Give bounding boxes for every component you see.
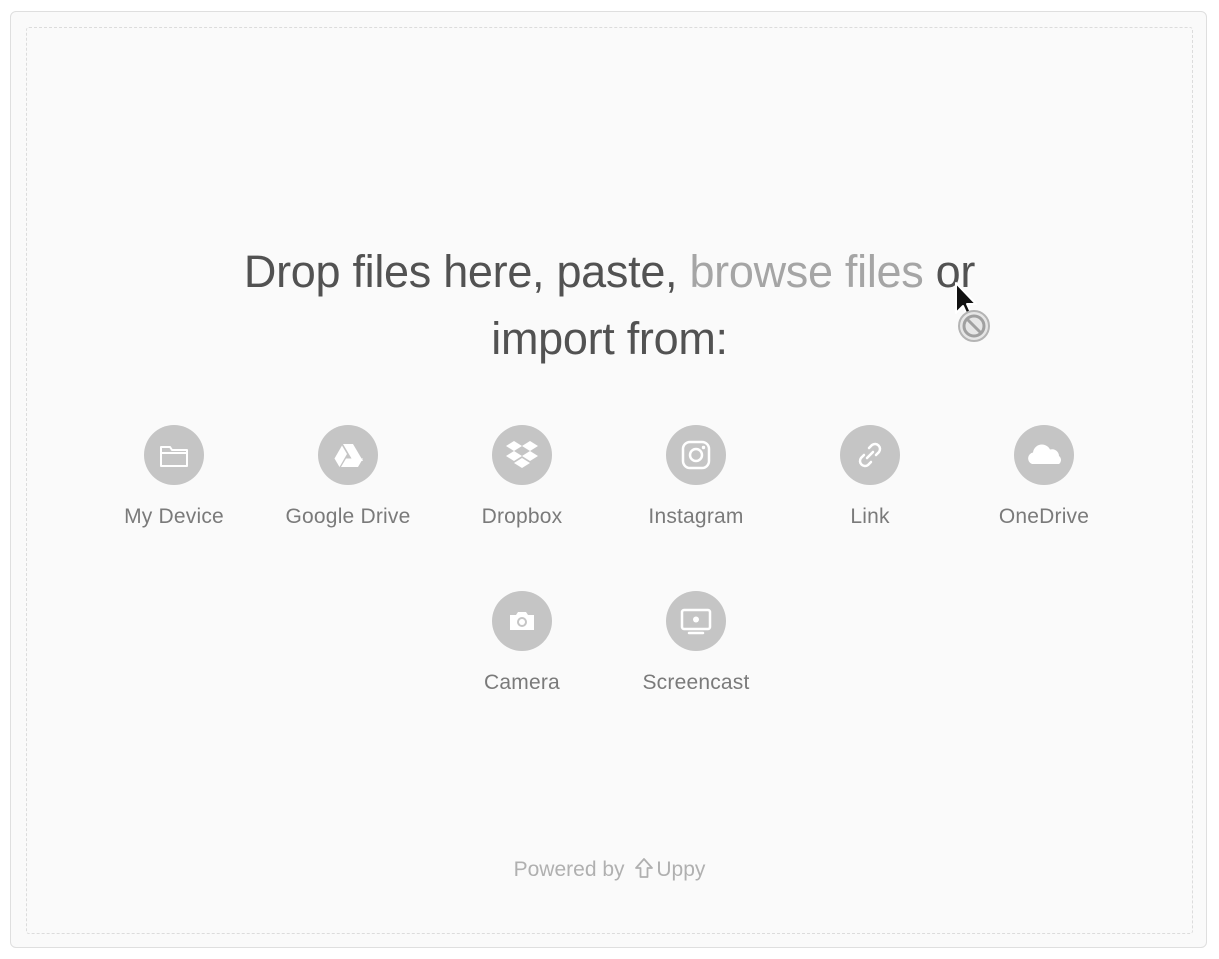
provider-label: Dropbox: [481, 505, 563, 528]
provider-label: Screencast: [642, 671, 750, 694]
title-prefix: Drop files here, paste,: [243, 246, 690, 297]
uppy-dashboard: Drop files here, paste, browse files or …: [10, 11, 1207, 948]
provider-label: Link: [850, 505, 890, 528]
link-icon: [840, 425, 900, 485]
provider-screencast[interactable]: Screencast: [609, 591, 783, 701]
title-line2: import from:: [491, 313, 728, 364]
folder-icon: [144, 425, 204, 485]
title-suffix: or: [923, 246, 976, 297]
browse-files-link[interactable]: browse files: [689, 246, 923, 297]
screencast-icon: [666, 591, 726, 651]
drop-title: Drop files here, paste, browse files or …: [11, 238, 1208, 372]
uppy-logo-icon: [634, 857, 654, 885]
powered-by-text: Powered by: [513, 858, 625, 881]
onedrive-icon: [1014, 425, 1074, 485]
provider-link[interactable]: Link: [783, 425, 957, 535]
provider-label: OneDrive: [998, 505, 1090, 528]
uppy-brand-link[interactable]: Uppy: [656, 858, 705, 881]
provider-my-device[interactable]: My Device: [87, 425, 261, 535]
provider-label: Google Drive: [285, 505, 411, 528]
provider-instagram[interactable]: Instagram: [609, 425, 783, 535]
provider-google-drive[interactable]: Google Drive: [261, 425, 435, 535]
camera-icon: [492, 591, 552, 651]
provider-dropbox[interactable]: Dropbox: [435, 425, 609, 535]
instagram-icon: [666, 425, 726, 485]
powered-by: Powered by Uppy: [11, 857, 1208, 885]
google-drive-icon: [318, 425, 378, 485]
provider-camera[interactable]: Camera: [435, 591, 609, 701]
provider-label: Camera: [484, 671, 560, 694]
dropbox-icon: [492, 425, 552, 485]
provider-onedrive[interactable]: OneDrive: [957, 425, 1131, 535]
provider-label: My Device: [124, 505, 224, 528]
provider-label: Instagram: [648, 505, 744, 528]
